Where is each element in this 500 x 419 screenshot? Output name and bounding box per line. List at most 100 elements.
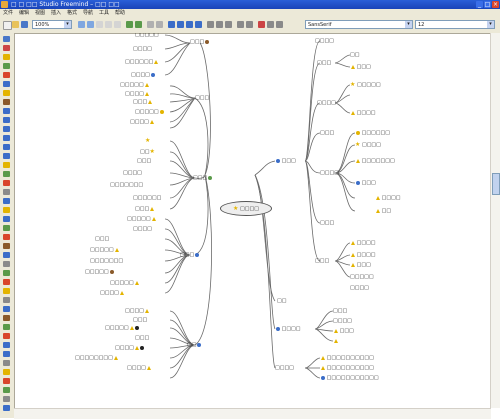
list-item[interactable]: □□□□ bbox=[133, 226, 152, 232]
thumb-up-icon[interactable] bbox=[3, 225, 10, 231]
node-icon[interactable] bbox=[216, 21, 223, 28]
delete-icon[interactable] bbox=[258, 21, 265, 28]
branch-node[interactable]: □□□□ bbox=[275, 326, 301, 332]
list-item[interactable]: □□□□ bbox=[350, 110, 376, 116]
horizontal-scrollbar[interactable] bbox=[14, 408, 491, 419]
open-icon[interactable] bbox=[12, 21, 19, 28]
number-6-icon[interactable] bbox=[3, 153, 10, 159]
cancel-icon[interactable] bbox=[3, 180, 10, 186]
list-item[interactable]: □□□ bbox=[350, 64, 371, 70]
branch-node[interactable]: □□□□ bbox=[275, 365, 294, 371]
list-item[interactable]: □□□□□ bbox=[85, 269, 114, 275]
menu-insert[interactable]: 插入 bbox=[51, 9, 61, 17]
minimize-button[interactable]: _ bbox=[476, 1, 483, 8]
font-select[interactable]: SansSerif ▾ bbox=[305, 20, 413, 29]
paste-icon[interactable] bbox=[114, 21, 121, 28]
list-item[interactable]: □□□ bbox=[95, 236, 109, 242]
branch-node[interactable]: □□□ bbox=[180, 252, 200, 258]
list-item[interactable]: □□□ bbox=[133, 317, 147, 323]
redo-icon[interactable] bbox=[87, 21, 94, 28]
list-item[interactable]: □□□ bbox=[135, 206, 155, 212]
cloud-icon[interactable] bbox=[168, 21, 175, 28]
back-icon[interactable] bbox=[126, 21, 133, 28]
help-icon[interactable] bbox=[3, 216, 10, 222]
menu-tools[interactable]: 工具 bbox=[99, 9, 109, 17]
star-icon[interactable] bbox=[3, 90, 10, 96]
cut-icon[interactable] bbox=[96, 21, 103, 28]
bookmark-icon[interactable] bbox=[3, 369, 10, 375]
number-3-icon[interactable] bbox=[3, 126, 10, 132]
down-icon[interactable] bbox=[3, 333, 10, 339]
search-icon[interactable] bbox=[276, 21, 283, 28]
home-icon[interactable] bbox=[3, 270, 10, 276]
italic-icon[interactable] bbox=[156, 21, 163, 28]
lightbulb-icon[interactable] bbox=[3, 207, 10, 213]
branch-node[interactable]: □□ bbox=[187, 342, 202, 348]
chevron-down-icon[interactable]: ▾ bbox=[405, 21, 412, 28]
number-4-icon[interactable] bbox=[3, 135, 10, 141]
color-icon[interactable] bbox=[195, 21, 202, 28]
list-item[interactable]: □□□ bbox=[320, 220, 334, 226]
folder-icon[interactable] bbox=[3, 243, 10, 249]
mindmap-canvas[interactable]: ★ □□□□ □□□ □□□□□ □□□□ □□□□□□ □□□□ □□□□□ … bbox=[15, 33, 491, 408]
phone-icon[interactable] bbox=[3, 261, 10, 267]
forward-icon[interactable] bbox=[135, 21, 142, 28]
list-item[interactable]: □□□□ bbox=[320, 170, 339, 176]
list-item[interactable]: □□□□□□□ bbox=[110, 182, 143, 188]
list-item[interactable]: □□□□□□ bbox=[125, 59, 159, 65]
menu-edit[interactable]: 编辑 bbox=[19, 9, 29, 17]
menu-format[interactable]: 格式 bbox=[67, 9, 77, 17]
pen-icon[interactable] bbox=[3, 306, 10, 312]
list-item[interactable]: □□□□ bbox=[333, 318, 352, 324]
menu-help[interactable]: 帮助 bbox=[115, 9, 125, 17]
menu-file[interactable]: 文件 bbox=[3, 9, 13, 17]
list-item[interactable]: □□□□□ bbox=[135, 109, 164, 115]
list-item[interactable]: □□□□□ bbox=[120, 82, 149, 88]
center-node[interactable]: ★ □□□□ bbox=[220, 201, 272, 216]
list-item[interactable]: □□□ bbox=[133, 99, 153, 105]
vertical-scrollbar[interactable] bbox=[490, 33, 500, 408]
list-item[interactable]: □□□□□□□ bbox=[355, 158, 395, 164]
calendar-icon[interactable] bbox=[3, 315, 10, 321]
list-item[interactable]: □□□□ bbox=[127, 365, 151, 371]
bold-icon[interactable] bbox=[147, 21, 154, 28]
new-icon[interactable] bbox=[3, 21, 12, 30]
list-item[interactable]: □□□□□□□□□□ bbox=[320, 355, 374, 361]
go-icon[interactable] bbox=[3, 387, 10, 393]
check-icon[interactable] bbox=[3, 63, 10, 69]
undo-icon[interactable] bbox=[78, 21, 85, 28]
list-item[interactable]: □□□□ bbox=[350, 285, 369, 291]
list-item[interactable]: □□□□ bbox=[133, 46, 152, 52]
key-icon[interactable] bbox=[3, 297, 10, 303]
number-1-icon[interactable] bbox=[3, 108, 10, 114]
branch-node[interactable]: □□□ bbox=[193, 175, 213, 181]
list-item[interactable]: □□□□□□□ bbox=[90, 258, 123, 264]
list-item[interactable]: □□□□□□ bbox=[355, 130, 390, 136]
menu-navigate[interactable]: 导航 bbox=[83, 9, 93, 17]
left-icon[interactable] bbox=[3, 342, 10, 348]
list-item[interactable]: □□□□□ bbox=[110, 280, 139, 286]
up-icon[interactable] bbox=[3, 324, 10, 330]
clock-icon[interactable] bbox=[3, 189, 10, 195]
chevron-down-icon[interactable]: ▾ bbox=[487, 21, 494, 28]
branch-node[interactable]: □□□ bbox=[275, 158, 296, 164]
flag-icon[interactable] bbox=[3, 99, 10, 105]
list-item[interactable]: □□□□□ bbox=[90, 247, 119, 253]
list-item[interactable]: □□□□ bbox=[375, 195, 401, 201]
list-item[interactable]: □□□□□□□□ bbox=[75, 355, 118, 361]
zoom-select[interactable]: 100% ▾ bbox=[32, 20, 72, 29]
list-item[interactable]: □□□ bbox=[333, 328, 354, 334]
list-item[interactable]: □□□□ bbox=[130, 119, 154, 125]
heart-icon[interactable] bbox=[3, 279, 10, 285]
list-item[interactable]: ★ □□□□ bbox=[355, 142, 381, 149]
filter-icon[interactable] bbox=[267, 21, 274, 28]
password-icon[interactable] bbox=[3, 396, 10, 402]
list-item[interactable]: □□□ bbox=[350, 262, 371, 268]
branch-node[interactable]: □□□ bbox=[315, 258, 329, 264]
list-item[interactable]: □□□ bbox=[317, 60, 331, 66]
list-item[interactable]: □□★ bbox=[140, 149, 155, 156]
list-item[interactable]: □□□□ bbox=[317, 100, 336, 106]
list-item[interactable]: □□□□ bbox=[315, 38, 334, 44]
list-item[interactable]: □□ bbox=[350, 52, 359, 58]
list-item[interactable]: □□□□□ bbox=[350, 274, 374, 280]
